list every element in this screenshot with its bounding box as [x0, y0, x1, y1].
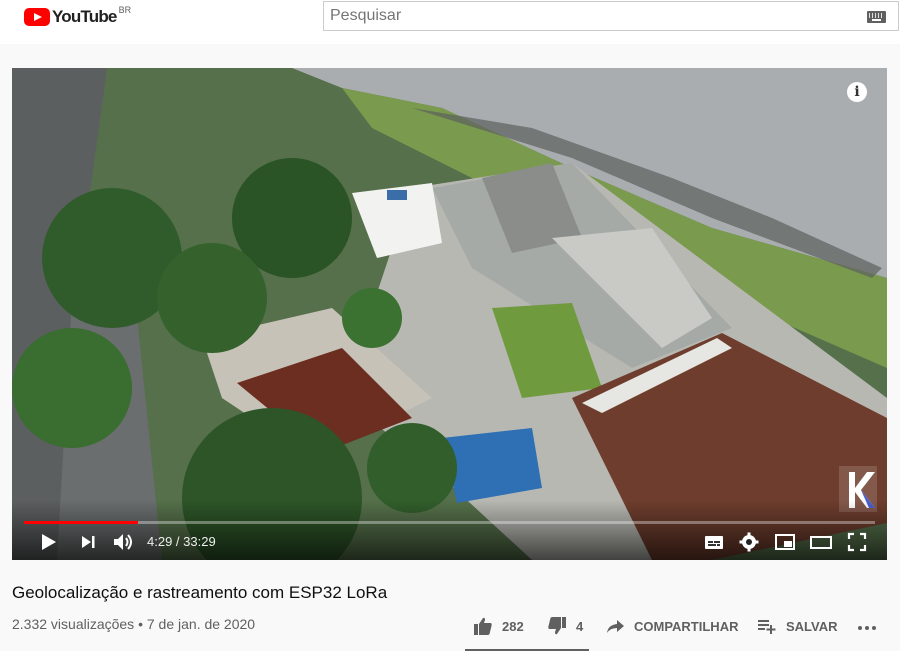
fullscreen-icon[interactable] — [843, 528, 871, 556]
subtitles-icon[interactable] — [700, 528, 728, 556]
miniplayer-icon[interactable] — [771, 528, 799, 556]
share-button[interactable]: COMPARTILHAR — [604, 612, 738, 640]
player-controls: 4:29 / 33:29 — [12, 524, 887, 560]
view-count: 2.332 visualizações — [12, 616, 135, 632]
region-code: BR — [118, 5, 132, 15]
dislike-count: 4 — [576, 618, 584, 634]
save-button[interactable]: SALVAR — [756, 612, 838, 640]
top-bar: YouTube BR — [0, 0, 900, 44]
search-input[interactable] — [324, 2, 844, 30]
like-count: 282 — [502, 618, 524, 634]
search-box — [323, 1, 899, 31]
thumbs-up-icon — [474, 617, 492, 635]
logo-text: YouTube — [52, 7, 117, 26]
volume-icon[interactable] — [109, 528, 137, 556]
more-horizontal-icon — [858, 626, 876, 630]
time-display: 4:29 / 33:29 — [147, 534, 216, 549]
settings-icon[interactable] — [735, 528, 763, 556]
keyboard-icon[interactable] — [867, 11, 886, 23]
video-player[interactable]: i 4:29 / 33:29 — [12, 68, 887, 560]
next-icon[interactable] — [74, 528, 102, 556]
video-meta: 2.332 visualizações • 7 de jan. de 2020 — [12, 616, 255, 632]
like-button[interactable]: 282 — [472, 612, 524, 640]
info-icon[interactable]: i — [847, 82, 867, 102]
thumbs-down-icon — [548, 617, 566, 635]
video-title: Geolocalização e rastreamento com ESP32 … — [12, 583, 388, 602]
playlist-add-icon — [758, 620, 776, 634]
save-label: SALVAR — [786, 618, 838, 634]
upload-date: 7 de jan. de 2020 — [146, 616, 256, 632]
play-icon[interactable] — [34, 528, 62, 556]
theater-icon[interactable] — [807, 528, 835, 556]
share-icon — [607, 620, 624, 633]
youtube-play-logo-icon — [24, 8, 50, 26]
dislike-button[interactable]: 4 — [546, 612, 583, 640]
youtube-logo[interactable]: YouTube BR — [24, 5, 132, 28]
share-label: COMPARTILHAR — [634, 618, 739, 634]
video-frame — [12, 68, 887, 560]
more-actions-button[interactable] — [856, 612, 878, 640]
meta-separator: • — [138, 616, 143, 632]
